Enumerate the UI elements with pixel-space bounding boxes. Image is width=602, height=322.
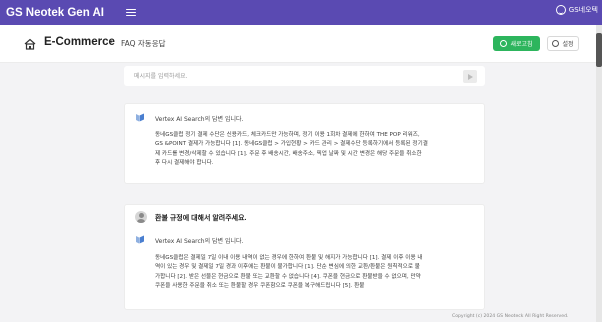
footer-copyright: Copyright (c) 2024 GS Neoteck All Right … xyxy=(452,314,569,319)
answer-line: 역이 있는 경우 및 결제일 7일 경과 이후에는 환불이 불가합니다 [1].… xyxy=(155,264,420,271)
breadcrumb-separator: › xyxy=(110,37,114,47)
send-button[interactable] xyxy=(463,70,477,83)
breadcrumb-current-page: FAQ 자동응답 xyxy=(121,39,166,48)
answer-source-label: Vertex AI Search의 답변 입니다. xyxy=(155,116,244,123)
qa-card: 환불 규정에 대해서 알려주세요. Vertex AI Search의 답변 입… xyxy=(124,204,485,310)
user-avatar-icon xyxy=(135,211,147,223)
user-name: GS네오텍 xyxy=(568,6,598,14)
answer-line: 후 다시 결제해야 합니다. xyxy=(155,159,214,166)
refresh-button-label: 새로고침 xyxy=(510,41,533,48)
settings-button[interactable]: 설정 xyxy=(547,36,579,51)
user-question: 환불 규정에 대해서 알려주세요. xyxy=(155,215,247,222)
send-icon xyxy=(468,73,473,80)
gear-icon xyxy=(552,40,560,47)
ai-response-icon xyxy=(136,113,144,122)
answer-line: 동네GS클럽은 결제일 7일 이내 이용 내역이 없는 경우에 한하여 환불 및… xyxy=(155,255,423,261)
page-header: E-Commerce › FAQ 자동응답 새로고침 설정 xyxy=(0,25,596,63)
answer-line: 제 카드를 변경/삭제할 수 있습니다 [1]. 주문 후 배송시간, 배송주소… xyxy=(155,150,422,157)
refresh-icon xyxy=(500,40,508,47)
answer-text: 동네GS클럽은 결제일 7일 이내 이용 내역이 없는 경우에 한하여 환불 및… xyxy=(155,254,480,291)
home-icon xyxy=(24,38,36,50)
settings-button-label: 설정 xyxy=(562,41,574,48)
answer-line: 동네GS클럽 정기 결제 수단은 신용카드, 체크카드만 가능하며, 정기 이용… xyxy=(155,132,420,138)
scrollbar-thumb[interactable] xyxy=(596,33,602,67)
breadcrumb-root[interactable]: E-Commerce xyxy=(44,36,115,48)
top-navigation-bar: GS Neotek Gen AI GS네오텍 xyxy=(0,0,602,25)
chat-input-box xyxy=(124,66,485,86)
answer-line: GS &POINT 결제가 가능합니다 [1]. 동네GS클럽 > 가입현황 >… xyxy=(155,141,428,148)
menu-icon[interactable] xyxy=(126,8,136,17)
user-icon xyxy=(555,5,566,15)
refresh-button[interactable]: 새로고침 xyxy=(493,36,540,51)
answer-line: 가합니다 [2]. 받은 선물은 현금으로 환불 또는 교환할 수 없습니다 [… xyxy=(155,273,421,280)
answer-line: 쿠폰을 사용한 주문을 취소 또는 환불할 경우 쿠폰함으로 쿠폰을 복구해드립… xyxy=(155,282,365,289)
app-brand-title: GS Neotek Gen AI xyxy=(6,6,104,19)
chat-input[interactable] xyxy=(134,66,454,86)
user-menu[interactable]: GS네오텍 xyxy=(555,5,598,15)
answer-source-label: Vertex AI Search의 답변 입니다. xyxy=(155,238,244,245)
ai-response-icon xyxy=(136,235,144,244)
answer-text: 동네GS클럽 정기 결제 수단은 신용카드, 체크카드만 가능하며, 정기 이용… xyxy=(155,131,480,168)
scrollbar-track[interactable] xyxy=(596,25,602,322)
answer-card: Vertex AI Search의 답변 입니다. 동네GS클럽 정기 결제 수… xyxy=(124,103,485,184)
